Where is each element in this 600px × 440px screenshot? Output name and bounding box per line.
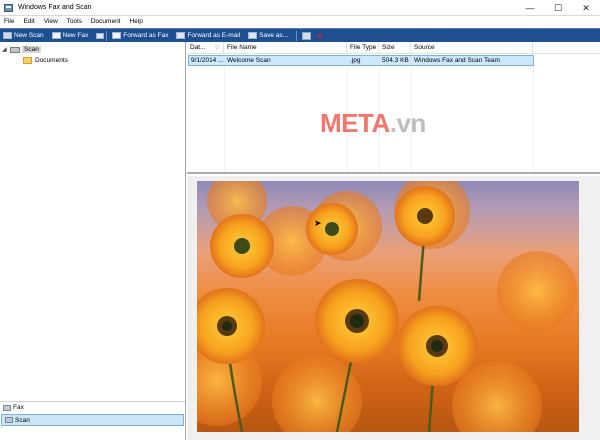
forward-as-email-label: Forward as E-mail — [187, 32, 241, 39]
column-source[interactable]: Source — [411, 42, 533, 54]
scanner-icon — [5, 417, 13, 423]
menu-edit[interactable]: Edit — [23, 18, 34, 25]
tree-item-documents[interactable]: Documents — [2, 55, 68, 66]
forward-as-fax-label: Forward as Fax — [123, 32, 169, 39]
list-header: Dat... ▽ File Name File Type Size Source — [187, 42, 600, 54]
forward-as-fax-button[interactable]: Forward as Fax — [112, 30, 168, 42]
print-icon[interactable] — [302, 31, 312, 40]
save-as-button[interactable]: Save as... — [248, 30, 288, 42]
folder-icon — [23, 57, 32, 64]
properties-icon[interactable] — [96, 32, 105, 39]
nav-scan-label: Scan — [15, 416, 30, 424]
folder-tree: ◢ Scan Documents — [2, 44, 68, 66]
preview-pane — [187, 176, 600, 440]
nav-scan[interactable]: Scan — [1, 414, 184, 426]
column-divider — [224, 54, 225, 172]
forward-fax-icon — [112, 32, 122, 39]
tree-item-scan[interactable]: ◢ Scan — [2, 44, 68, 55]
collapse-arrow-icon[interactable]: ◢ — [2, 46, 10, 53]
nav-fax[interactable]: Fax — [0, 401, 185, 413]
folder-pane: ◢ Scan Documents Fax Scan — [0, 42, 186, 440]
new-scan-button[interactable]: New Scan — [3, 30, 44, 42]
minimize-button[interactable]: — — [516, 0, 544, 16]
menu-bar: File Edit View Tools Document Help — [0, 16, 600, 27]
scanner-icon — [10, 46, 20, 53]
watermark-brand: META — [320, 108, 390, 138]
scan-preview-image — [197, 181, 579, 432]
forward-as-email-button[interactable]: Forward as E-mail — [176, 30, 240, 42]
column-file-name[interactable]: File Name — [224, 42, 347, 54]
sort-arrow-icon: ▽ — [215, 45, 219, 51]
new-fax-button[interactable]: New Fax — [51, 30, 89, 42]
menu-view[interactable]: View — [44, 18, 58, 25]
menu-file[interactable]: File — [4, 18, 14, 25]
scanner-icon — [3, 32, 12, 39]
menu-document[interactable]: Document — [91, 18, 121, 25]
maximize-button[interactable]: ☐ — [544, 0, 572, 16]
column-file-type-label: File Type — [350, 44, 377, 51]
menu-help[interactable]: Help — [129, 18, 142, 25]
delete-icon[interactable]: ✕ — [316, 31, 324, 40]
column-size-label: Size — [382, 44, 395, 51]
window-controls: — ☐ ✕ — [516, 0, 600, 16]
fax-scan-app-icon — [4, 3, 13, 12]
toolbar-divider — [296, 30, 298, 41]
save-as-label: Save as... — [259, 32, 289, 39]
preview-scrollbar[interactable] — [589, 181, 597, 432]
column-size[interactable]: Size — [379, 42, 411, 54]
fax-icon — [51, 32, 61, 39]
cell-date: 9/1/2014 ... — [191, 57, 224, 64]
view-switcher: Fax Scan — [0, 401, 185, 440]
toolbar: New Scan New Fax Forward as Fax Forward … — [0, 28, 600, 42]
column-file-name-label: File Name — [227, 44, 257, 51]
watermark-domain: .vn — [389, 108, 427, 138]
fax-icon — [3, 404, 11, 411]
tree-item-documents-label: Documents — [35, 57, 68, 64]
toolbar-divider — [106, 30, 108, 41]
tree-item-scan-label: Scan — [22, 46, 41, 53]
new-scan-label: New Scan — [14, 32, 44, 39]
column-file-type[interactable]: File Type — [347, 42, 379, 54]
column-date-label: Dat... — [190, 44, 206, 51]
cell-size: 504.3 KB — [382, 57, 409, 64]
window-title: Windows Fax and Scan — [18, 4, 92, 11]
cell-source: Windows Fax and Scan Team — [414, 57, 500, 64]
flower-photo — [197, 181, 577, 432]
new-fax-label: New Fax — [62, 32, 89, 39]
save-icon — [248, 32, 258, 39]
cell-file-name: Welcome Scan — [227, 57, 271, 64]
column-divider — [533, 54, 534, 172]
nav-fax-label: Fax — [13, 404, 24, 411]
column-source-label: Source — [414, 44, 435, 51]
table-row[interactable]: 9/1/2014 ... Welcome Scan .jpg 504.3 KB … — [188, 55, 534, 66]
title-bar: Windows Fax and Scan — ☐ ✕ — [0, 0, 600, 16]
close-button[interactable]: ✕ — [572, 0, 600, 16]
site-watermark: META.vn — [320, 108, 426, 139]
menu-tools[interactable]: Tools — [67, 18, 82, 25]
cell-file-type: .jpg — [350, 57, 361, 64]
email-icon — [176, 32, 186, 39]
column-date[interactable]: Dat... ▽ — [187, 42, 224, 54]
mouse-cursor-icon: ➤ — [314, 218, 322, 228]
